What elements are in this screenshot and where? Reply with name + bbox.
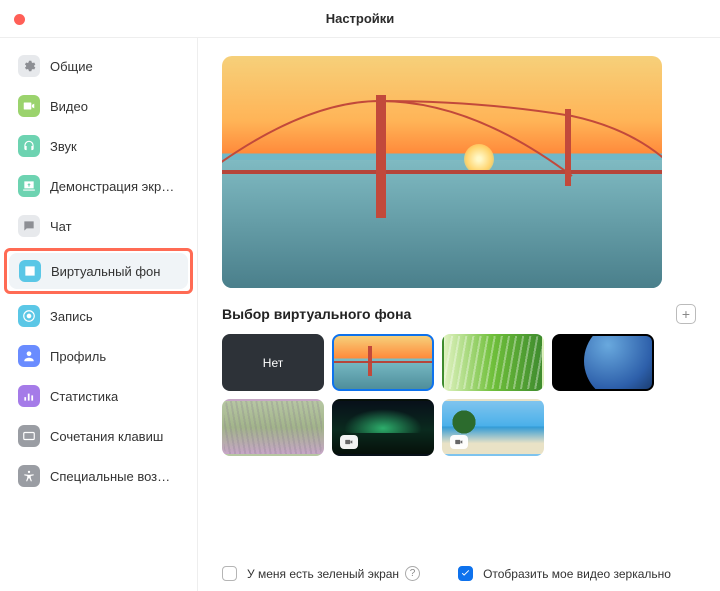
sidebar-item-label: Профиль [50,349,106,364]
sidebar-item-general[interactable]: Общие [8,48,189,84]
sidebar-item-chat[interactable]: Чат [8,208,189,244]
green-screen-label: У меня есть зеленый экран [247,567,399,581]
bg-thumb-bridge[interactable] [332,334,434,391]
mirror-video-label: Отобразить мое видео зеркально [483,567,671,581]
screen-share-icon [18,175,40,197]
sidebar-item-vbg[interactable]: Виртуальный фон [9,253,188,289]
sidebar-item-label: Виртуальный фон [51,264,160,279]
sidebar-item-label: Демонстрация экр… [50,179,174,194]
record-icon [18,305,40,327]
bg-thumb-label: Нет [224,336,322,389]
sidebar-item-label: Сочетания клавиш [50,429,163,444]
sidebar-item-a11y[interactable]: Специальные возм… [8,458,189,494]
bg-thumb-aurora[interactable] [332,399,434,456]
mirror-video-checkbox[interactable] [458,566,473,581]
background-thumbnails: Нет [222,334,696,456]
help-icon[interactable]: ? [405,566,420,581]
gear-icon [18,55,40,77]
content-pane: Выбор виртуального фона + Нет У меня ест… [198,38,720,591]
bg-thumb-earth[interactable] [552,334,654,391]
sidebar-item-screenshare[interactable]: Демонстрация экр… [8,168,189,204]
virtual-bg-icon [19,260,41,282]
sidebar-item-label: Звук [50,139,77,154]
sidebar-item-stats[interactable]: Статистика [8,378,189,414]
profile-icon [18,345,40,367]
sidebar-item-video[interactable]: Видео [8,88,189,124]
sidebar-item-label: Статистика [50,389,118,404]
green-screen-checkbox[interactable] [222,566,237,581]
add-background-button[interactable]: + [676,304,696,324]
stats-icon [18,385,40,407]
sidebar-item-audio[interactable]: Звук [8,128,189,164]
sidebar-item-profile[interactable]: Профиль [8,338,189,374]
bg-thumb-none[interactable]: Нет [222,334,324,391]
sidebar-item-label: Запись [50,309,93,324]
sidebar-item-label: Видео [50,99,88,114]
video-badge-icon [450,435,468,449]
titlebar: Настройки [0,0,720,38]
close-window-icon[interactable] [14,14,25,25]
bg-thumb-beach[interactable] [442,399,544,456]
video-badge-icon [340,435,358,449]
settings-sidebar: Общие Видео Звук Демонстрация экр… Чат Виртуа… [0,38,198,591]
virtual-bg-preview [222,56,662,288]
sidebar-item-label: Специальные возм… [50,469,179,484]
sidebar-item-label: Общие [50,59,93,74]
bg-thumb-grass[interactable] [442,334,544,391]
keyboard-icon [18,425,40,447]
sidebar-item-shortcuts[interactable]: Сочетания клавиш [8,418,189,454]
sidebar-item-label: Чат [50,219,72,234]
footer-options: У меня есть зеленый экран ? Отобразить м… [222,550,696,581]
window-title: Настройки [326,11,395,26]
video-icon [18,95,40,117]
accessibility-icon [18,465,40,487]
chat-icon [18,215,40,237]
window-controls[interactable] [14,14,61,25]
bg-thumb-field[interactable] [222,399,324,456]
tutorial-highlight: Виртуальный фон [4,248,193,294]
headphones-icon [18,135,40,157]
section-title: Выбор виртуального фона [222,306,411,322]
sidebar-item-recording[interactable]: Запись [8,298,189,334]
